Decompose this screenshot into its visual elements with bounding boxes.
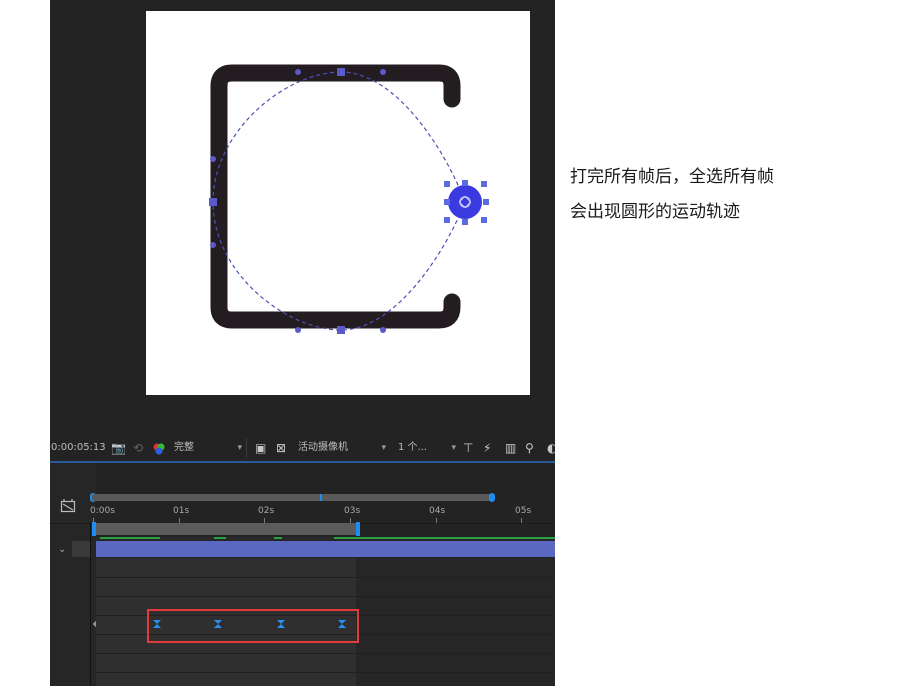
instruction-caption: 打完所有帧后，全选所有帧 会出现圆形的运动轨迹 (570, 160, 890, 230)
motion-path (212, 71, 466, 331)
tick-label: 0:00s (90, 506, 115, 516)
camera-icon[interactable]: 📷 (111, 435, 126, 461)
composition-viewer (50, 0, 555, 432)
camera-dropdown[interactable]: 活动摄像机 ▾ (298, 438, 390, 458)
after-effects-panel: 0:00:05:13 📷 ⟲ 完整 ▾ ▣ ⊠ 活动摄像机 ▾ 1 个... ▾… (50, 0, 555, 686)
work-area-end-handle[interactable] (489, 493, 495, 502)
range-end-handle[interactable] (356, 522, 360, 536)
viewer-toolbar: 0:00:05:13 📷 ⟲ 完整 ▾ ▣ ⊠ 活动摄像机 ▾ 1 个... ▾… (50, 435, 555, 461)
range-start-handle[interactable] (92, 522, 96, 536)
resolution-dropdown[interactable]: 完整 ▾ (174, 438, 247, 458)
layer-label-cell (72, 541, 90, 557)
resolution-value: 完整 (174, 442, 194, 453)
work-area-bar[interactable] (92, 494, 494, 501)
tick-label: 01s (173, 506, 190, 516)
chevron-down-icon: ▾ (381, 443, 386, 453)
comp-flowchart-icon (60, 499, 76, 513)
timeline-icon[interactable]: ▥ (505, 435, 516, 461)
timeline-panel: ⌄ 0:00s 01s 02s 03s 04s 05s (50, 463, 555, 686)
tick-label: 02s (258, 506, 275, 516)
selection-highlight-box (147, 609, 359, 643)
flowchart-icon[interactable]: ⚲ (525, 435, 534, 461)
camera-value: 活动摄像机 (298, 442, 348, 453)
playhead-line[interactable] (90, 523, 91, 686)
snapshot-icon[interactable]: ⟲ (133, 435, 143, 461)
bezier-handles (209, 68, 386, 334)
views-value: 1 个... (398, 442, 428, 453)
moving-dot-layer (444, 180, 489, 225)
region-of-interest-icon[interactable]: ▣ (255, 435, 266, 461)
caption-line: 打完所有帧后，全选所有帧 (570, 167, 774, 187)
views-dropdown[interactable]: 1 个... ▾ (398, 438, 458, 458)
caption-line: 会出现圆形的运动轨迹 (570, 202, 740, 222)
cache-indicator (96, 537, 555, 540)
transparency-grid-icon[interactable]: ⊠ (276, 435, 286, 461)
time-ruler[interactable]: 0:00s 01s 02s 03s 04s 05s (90, 503, 555, 523)
layer-duration-bar[interactable] (96, 541, 555, 557)
fast-preview-icon[interactable]: ⚡ (483, 435, 491, 461)
work-area-marker (320, 494, 322, 501)
time-navigator-range[interactable] (92, 523, 360, 535)
chevron-down-icon: ▾ (451, 443, 456, 453)
chevron-down-icon[interactable]: ⌄ (58, 544, 66, 555)
composition-canvas[interactable] (146, 11, 530, 395)
tick-label: 03s (344, 506, 361, 516)
color-channels-icon[interactable] (152, 435, 166, 461)
tick-label: 05s (515, 506, 532, 516)
chevron-down-icon: ▾ (237, 443, 242, 453)
tick-label: 04s (429, 506, 446, 516)
bracket-shape (210, 64, 461, 329)
toggle-pixel-aspect-icon[interactable]: ⊤ (463, 435, 473, 461)
exposure-icon[interactable]: ◐ (547, 435, 555, 461)
current-time[interactable]: 0:00:05:13 (51, 435, 106, 461)
